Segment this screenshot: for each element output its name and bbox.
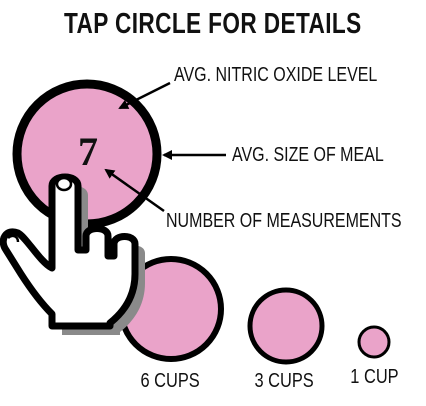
label-meal-size: AVG. SIZE OF MEAL [232, 144, 384, 166]
legend-circle-1-cup[interactable] [357, 325, 391, 359]
label-nitric-oxide: AVG. NITRIC OXIDE LEVEL [174, 64, 378, 86]
legend-circle-3-cups[interactable] [247, 287, 325, 365]
measurement-count: 7 [78, 129, 98, 174]
legend-label-3-cups: 3 CUPS [254, 370, 314, 392]
legend-label-6-cups: 6 CUPS [140, 370, 200, 392]
label-measurements: NUMBER OF MEASUREMENTS [166, 210, 402, 232]
diagram-canvas: 7 [0, 79, 391, 365]
legend-label-1-cup: 1 CUP [349, 366, 399, 388]
